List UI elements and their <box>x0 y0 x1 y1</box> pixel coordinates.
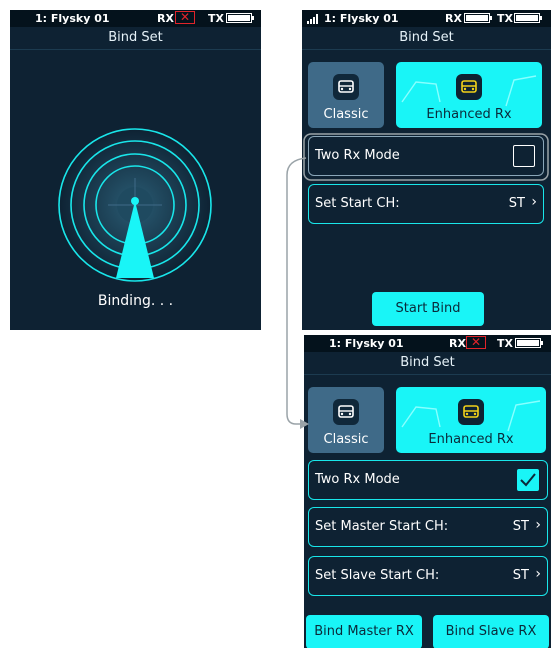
tx-label: TX <box>497 12 513 25</box>
set-slave-start-ch-row[interactable]: Set Slave Start CH: ST › <box>308 556 548 596</box>
status-bar: 1: Flysky 01 RX ✕ TX <box>304 335 551 352</box>
car-icon <box>456 74 482 100</box>
check-icon <box>520 473 536 487</box>
radar-icon <box>58 128 212 282</box>
two-rx-mode-checkbox[interactable] <box>517 469 539 491</box>
rx-label: RX <box>449 337 466 350</box>
set-master-start-ch-row[interactable]: Set Master Start CH: ST › <box>308 507 548 547</box>
mode-enhanced-button[interactable]: Enhanced Rx <box>396 62 542 128</box>
tx-label: TX <box>208 12 224 25</box>
rx-battery-icon <box>464 13 492 23</box>
two-rx-mode-label: Two Rx Mode <box>315 148 400 163</box>
rx-error-icon: ✕ <box>466 336 486 349</box>
mode-enhanced-button[interactable]: Enhanced Rx <box>396 387 546 453</box>
two-rx-mode-row[interactable]: Two Rx Mode <box>308 136 544 176</box>
two-rx-mode-row[interactable]: Two Rx Mode <box>308 460 548 500</box>
page-title: Bind Set <box>10 27 261 50</box>
chevron-right-icon: › <box>535 566 541 582</box>
model-name: 1: Flysky 01 <box>35 12 110 25</box>
rx-label: RX <box>445 12 462 25</box>
battery-icon <box>515 338 543 348</box>
chevron-right-icon: › <box>531 194 537 210</box>
battery-icon <box>514 13 542 23</box>
chevron-right-icon: › <box>535 517 541 533</box>
set-slave-start-ch-label: Set Slave Start CH: <box>315 568 440 583</box>
rx-label: RX <box>157 12 174 25</box>
start-bind-button[interactable]: Start Bind <box>372 292 484 326</box>
page-title: Bind Set <box>304 352 551 375</box>
binding-screen: 1: Flysky 01 RX ✕ TX Bind Set Binding. .… <box>10 10 261 330</box>
set-slave-start-ch-value: ST <box>512 568 529 583</box>
bind-set-screen-dual: 1: Flysky 01 RX ✕ TX Bind Set Classic En… <box>304 335 551 648</box>
two-rx-mode-label: Two Rx Mode <box>315 472 400 487</box>
rx-error-icon: ✕ <box>175 11 195 24</box>
status-bar: 1: Flysky 01 RX TX <box>302 10 551 27</box>
page-title: Bind Set <box>302 27 551 50</box>
mode-classic-label: Classic <box>323 107 369 122</box>
mode-classic-button[interactable]: Classic <box>308 62 384 128</box>
mode-classic-label: Classic <box>323 432 369 447</box>
set-master-start-ch-label: Set Master Start CH: <box>315 519 449 534</box>
bind-set-screen-single: 1: Flysky 01 RX TX Bind Set Classic Enha… <box>302 10 551 330</box>
car-icon <box>333 74 359 100</box>
mode-enhanced-label: Enhanced Rx <box>426 107 512 122</box>
car-icon <box>333 399 359 425</box>
set-start-ch-value: ST <box>508 196 525 211</box>
set-master-start-ch-value: ST <box>512 519 529 534</box>
mode-classic-button[interactable]: Classic <box>308 387 384 453</box>
battery-icon <box>226 13 254 23</box>
set-start-ch-label: Set Start CH: <box>315 196 400 211</box>
two-rx-mode-checkbox[interactable] <box>513 145 535 167</box>
mode-enhanced-label: Enhanced Rx <box>428 432 514 447</box>
car-icon <box>458 399 484 425</box>
bind-slave-rx-button[interactable]: Bind Slave RX <box>433 615 549 648</box>
binding-status-text: Binding. . . <box>97 293 174 309</box>
model-name: 1: Flysky 01 <box>324 12 399 25</box>
set-start-ch-row[interactable]: Set Start CH: ST › <box>308 184 544 224</box>
tx-label: TX <box>497 337 513 350</box>
bind-master-rx-button[interactable]: Bind Master RX <box>306 615 422 648</box>
model-name: 1: Flysky 01 <box>329 337 404 350</box>
status-bar: 1: Flysky 01 RX ✕ TX <box>10 10 261 27</box>
signal-icon <box>307 14 321 24</box>
